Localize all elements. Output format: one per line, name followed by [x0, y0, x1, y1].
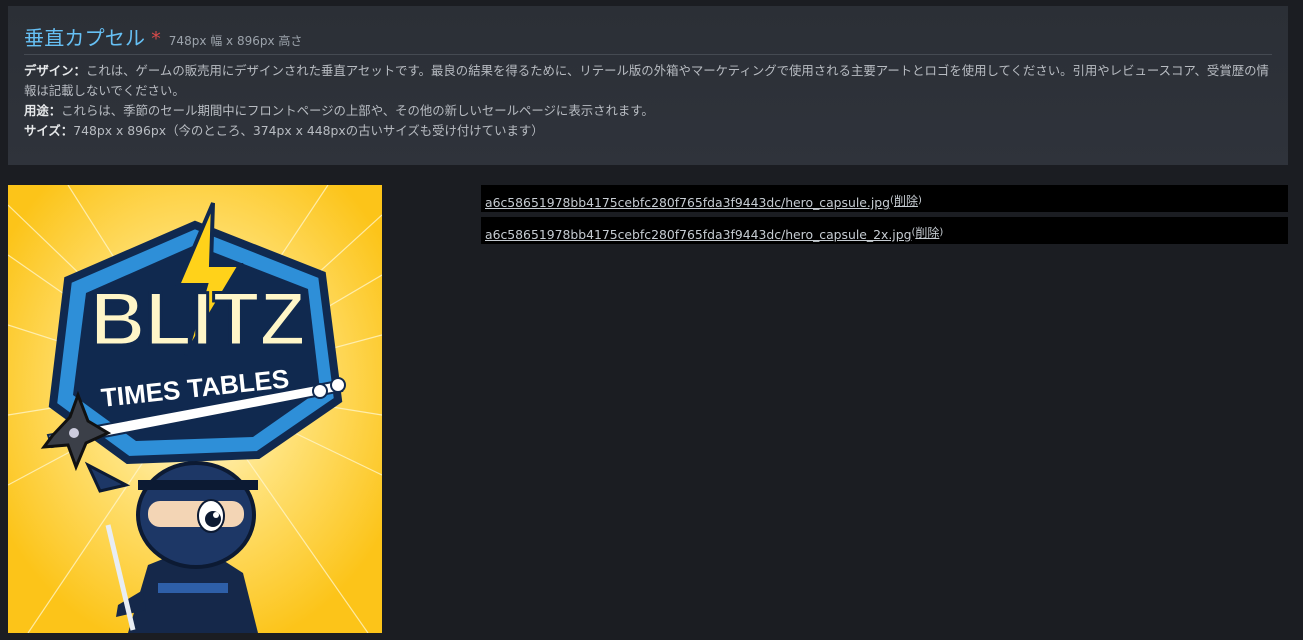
usage-text: これらは、季節のセール期間中にフロントページの上部や、その他の新しいセールページ…	[61, 103, 654, 118]
asset-info-panel: 垂直カプセル * 748px 幅 x 896px 高さ デザイン：これは、ゲームの…	[8, 6, 1288, 165]
design-text: これは、ゲームの販売用にデザインされた垂直アセットです。最良の結果を得るために、…	[24, 63, 1269, 98]
delete-link[interactable]: 削除	[894, 194, 918, 208]
design-label: デザイン：	[24, 63, 86, 78]
size-label: サイズ：	[24, 123, 74, 138]
size-paragraph: サイズ：748px x 896px（今のところ、374px x 448pxの古い…	[24, 121, 1274, 141]
dimensions-hint: 748px 幅 x 896px 高さ	[168, 34, 303, 48]
capsule-artwork: BLITZ TIMES TABLES	[8, 185, 382, 633]
usage-label: 用途：	[24, 103, 62, 118]
required-marker: *	[151, 28, 161, 50]
divider	[24, 54, 1272, 55]
file-link[interactable]: a6c58651978bb4175cebfc280f765fda3f9443dc…	[485, 227, 911, 242]
section-header: 垂直カプセル * 748px 幅 x 896px 高さ	[24, 22, 302, 51]
uploaded-file-row: a6c58651978bb4175cebfc280f765fda3f9443dc…	[481, 217, 1288, 244]
delete-link[interactable]: 削除	[915, 226, 939, 240]
usage-paragraph: 用途：これらは、季節のセール期間中にフロントページの上部や、その他の新しいセール…	[24, 101, 1274, 121]
file-link[interactable]: a6c58651978bb4175cebfc280f765fda3f9443dc…	[485, 195, 890, 210]
design-paragraph: デザイン：これは、ゲームの販売用にデザインされた垂直アセットです。最良の結果を得…	[24, 61, 1274, 101]
section-title: 垂直カプセル	[24, 26, 146, 50]
capsule-preview-image: BLITZ TIMES TABLES	[8, 185, 382, 633]
uploaded-file-row: a6c58651978bb4175cebfc280f765fda3f9443dc…	[481, 185, 1288, 212]
logo-title: BLITZ	[90, 277, 305, 362]
asset-description: デザイン：これは、ゲームの販売用にデザインされた垂直アセットです。最良の結果を得…	[24, 61, 1274, 141]
size-text: 748px x 896px（今のところ、374px x 448pxの古いサイズも…	[73, 123, 544, 138]
